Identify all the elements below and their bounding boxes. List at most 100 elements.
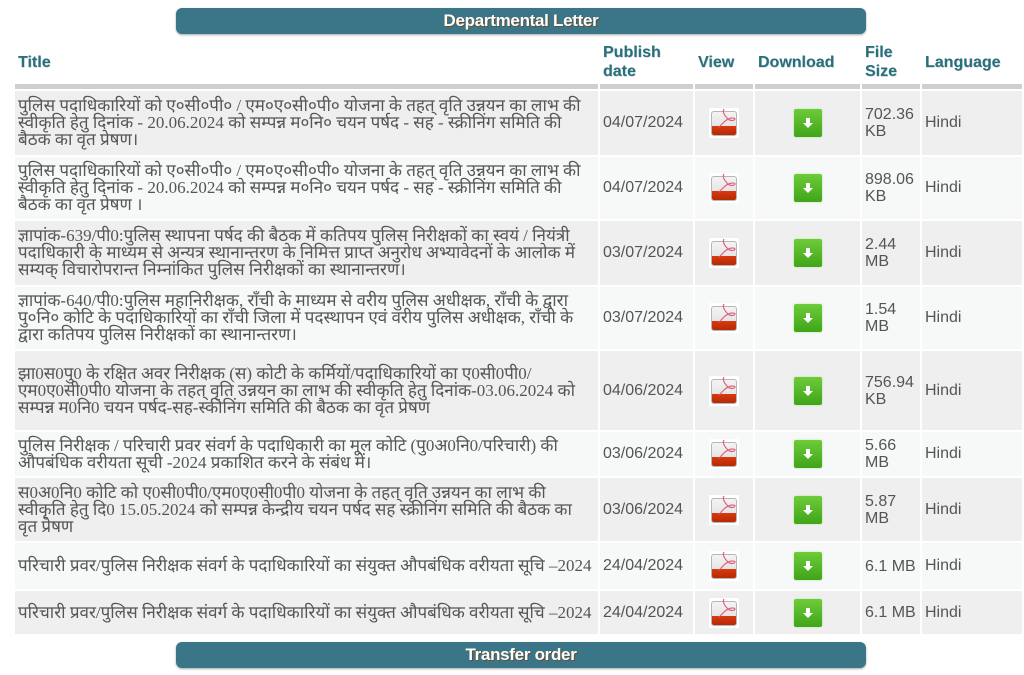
column-header-file-size: File Size — [862, 40, 920, 89]
publish-date: 04/07/2024 — [600, 91, 693, 155]
document-title: झा0स0पु0 के रक्षित अवर निरीक्षक (स) कोटी… — [15, 351, 598, 430]
section-header-transfer-order[interactable]: Transfer order — [176, 642, 866, 668]
column-header-publish-date: Publish date — [600, 40, 693, 89]
view-cell — [695, 221, 753, 285]
publish-date: 24/04/2024 — [600, 543, 693, 589]
document-title: परिचारी प्रवर/पुलिस निरीक्षक संवर्ग के प… — [15, 543, 598, 589]
view-cell — [695, 91, 753, 155]
acrobat-glyph-icon — [719, 303, 736, 323]
view-cell — [695, 351, 753, 430]
table-header-row: Title Publish date View Download File Si… — [15, 40, 1022, 89]
download-cell — [755, 543, 860, 589]
arrow-down-icon — [802, 561, 813, 571]
download-cell — [755, 478, 860, 541]
download-icon[interactable] — [793, 174, 822, 202]
table-row: पुलिस पदाधिकारियों को ए०सी०पी० / एम०ए०सी… — [15, 91, 1022, 155]
download-cell — [755, 432, 860, 476]
view-cell — [695, 591, 753, 634]
section-header-departmental-letter: Departmental Letter — [176, 8, 866, 34]
download-icon[interactable] — [793, 239, 822, 267]
column-header-language: Language — [922, 40, 1022, 89]
download-icon[interactable] — [793, 109, 822, 137]
acrobat-glyph-icon — [719, 495, 736, 515]
acrobat-glyph-icon — [719, 598, 736, 618]
table-row: स0अ0नि0 कोटि को ए0सी0पी0/एम0ए0सी0पी0 योज… — [15, 478, 1022, 541]
file-size: 5.66 MB — [862, 432, 920, 476]
language: Hindi — [922, 157, 1022, 219]
arrow-down-icon — [802, 504, 813, 515]
column-header-view: View — [695, 40, 753, 89]
arrow-down-icon — [802, 449, 813, 459]
pdf-icon[interactable] — [709, 551, 739, 581]
publish-date: 03/07/2024 — [600, 221, 693, 285]
file-size: 1.54 MB — [862, 287, 920, 349]
file-size: 702.36 KB — [862, 91, 920, 155]
download-cell — [755, 591, 860, 634]
pdf-icon[interactable] — [709, 375, 739, 406]
download-icon[interactable] — [793, 440, 822, 468]
language: Hindi — [922, 432, 1022, 476]
download-cell — [755, 91, 860, 155]
table-row: ज्ञापांक-640/पी0:पुलिस महानिरीक्षक, राँच… — [15, 287, 1022, 349]
acrobat-glyph-icon — [719, 439, 736, 459]
publish-date: 03/07/2024 — [600, 287, 693, 349]
file-size: 5.87 MB — [862, 478, 920, 541]
download-icon[interactable] — [793, 495, 822, 524]
document-title: परिचारी प्रवर/पुलिस निरीक्षक संवर्ग के प… — [15, 591, 598, 634]
download-icon[interactable] — [793, 376, 822, 405]
publish-date: 04/06/2024 — [600, 351, 693, 430]
language: Hindi — [922, 91, 1022, 155]
arrow-down-icon — [802, 313, 813, 323]
publish-date: 24/04/2024 — [600, 591, 693, 634]
pdf-icon[interactable] — [709, 108, 739, 138]
file-size: 898.06 KB — [862, 157, 920, 219]
acrobat-glyph-icon — [719, 238, 736, 258]
document-title: ज्ञापांक-639/पी0:पुलिस स्थापना पर्षद की … — [15, 221, 598, 285]
file-size: 6.1 MB — [862, 543, 920, 589]
pdf-icon[interactable] — [709, 494, 739, 525]
arrow-down-icon — [802, 607, 813, 618]
language: Hindi — [922, 351, 1022, 430]
pdf-icon[interactable] — [709, 303, 739, 333]
acrobat-glyph-icon — [719, 376, 736, 396]
pdf-icon[interactable] — [709, 597, 739, 628]
download-cell — [755, 221, 860, 285]
column-header-download: Download — [755, 40, 860, 89]
document-title: पुलिस निरीक्षक / परिचारी प्रवर संवर्ग के… — [15, 432, 598, 476]
table-row: झा0स0पु0 के रक्षित अवर निरीक्षक (स) कोटी… — [15, 351, 1022, 430]
download-cell — [755, 157, 860, 219]
pdf-icon[interactable] — [709, 439, 739, 469]
pdf-icon[interactable] — [709, 173, 739, 203]
table-row: परिचारी प्रवर/पुलिस निरीक्षक संवर्ग के प… — [15, 543, 1022, 589]
language: Hindi — [922, 591, 1022, 634]
acrobat-glyph-icon — [719, 551, 736, 571]
document-title: स0अ0नि0 कोटि को ए0सी0पी0/एम0ए0सी0पी0 योज… — [15, 478, 598, 541]
column-header-title: Title — [15, 40, 598, 89]
pdf-icon[interactable] — [709, 238, 739, 268]
table-row: पुलिस पदाधिकारियों को ए०सी०पी० / एम०ए०सी… — [15, 157, 1022, 219]
language: Hindi — [922, 478, 1022, 541]
file-size: 756.94 KB — [862, 351, 920, 430]
download-icon[interactable] — [793, 552, 822, 580]
arrow-down-icon — [802, 118, 813, 128]
acrobat-glyph-icon — [719, 108, 736, 128]
table-row: पुलिस निरीक्षक / परिचारी प्रवर संवर्ग के… — [15, 432, 1022, 476]
view-cell — [695, 543, 753, 589]
file-size: 6.1 MB — [862, 591, 920, 634]
download-cell — [755, 287, 860, 349]
download-cell — [755, 351, 860, 430]
view-cell — [695, 432, 753, 476]
arrow-down-icon — [802, 183, 813, 193]
language: Hindi — [922, 287, 1022, 349]
departmental-letter-table: Title Publish date View Download File Si… — [13, 38, 1024, 636]
view-cell — [695, 157, 753, 219]
download-icon[interactable] — [793, 598, 822, 627]
document-title: पुलिस पदाधिकारियों को ए०सी०पी० / एम०ए०सी… — [15, 157, 598, 219]
download-icon[interactable] — [793, 304, 822, 332]
arrow-down-icon — [802, 385, 813, 396]
language: Hindi — [922, 543, 1022, 589]
language: Hindi — [922, 221, 1022, 285]
view-cell — [695, 478, 753, 541]
document-title: ज्ञापांक-640/पी0:पुलिस महानिरीक्षक, राँच… — [15, 287, 598, 349]
publish-date: 03/06/2024 — [600, 432, 693, 476]
